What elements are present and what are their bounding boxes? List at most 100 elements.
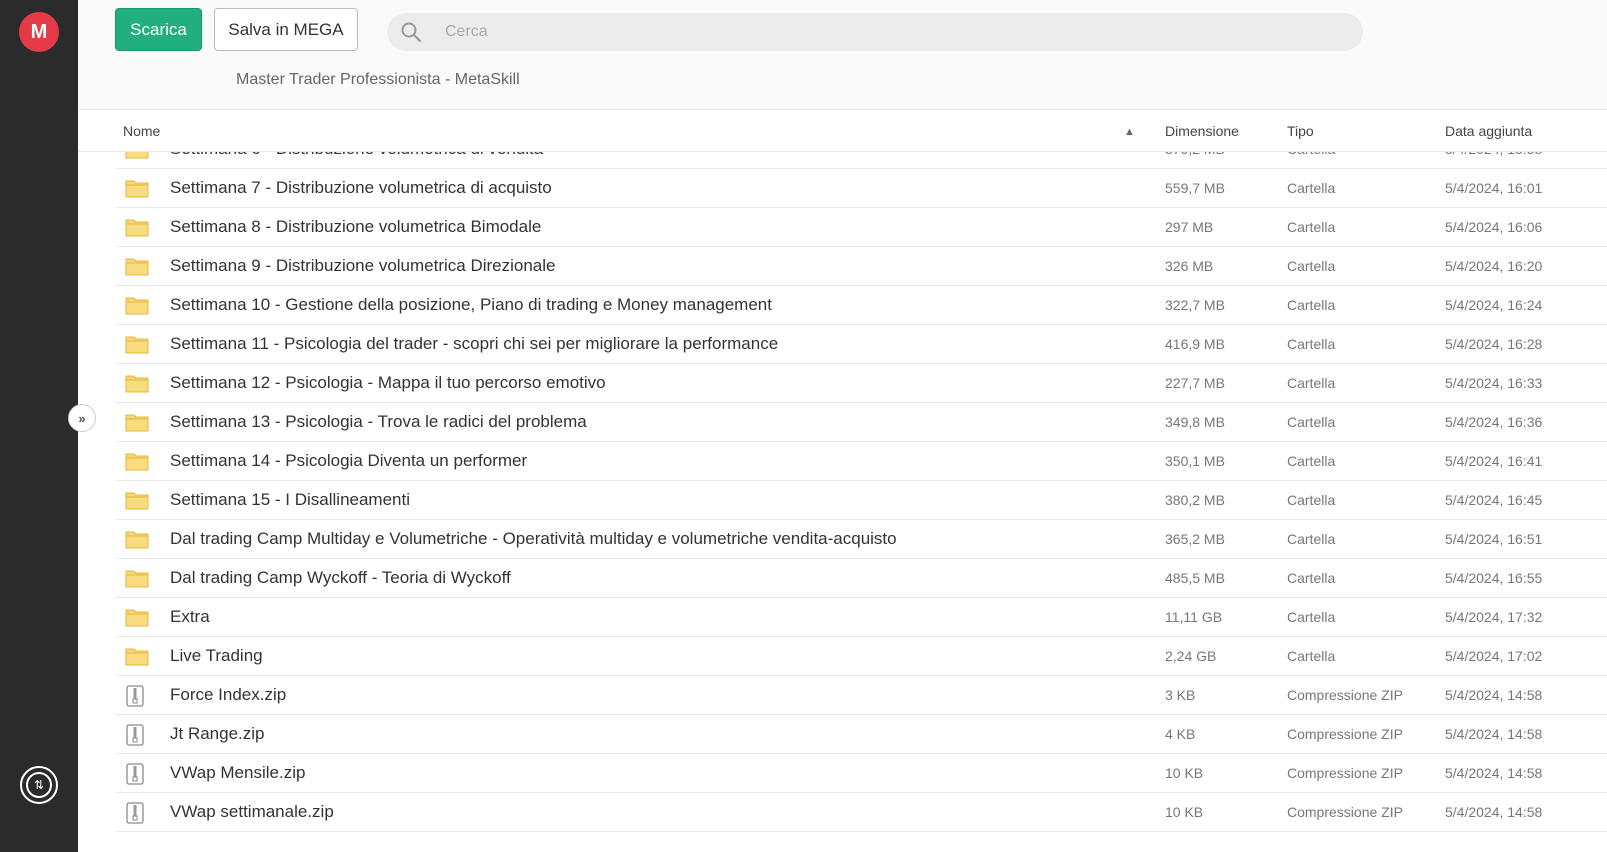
file-size: 227,7 MB: [1165, 375, 1225, 391]
file-type: Compressione ZIP: [1287, 804, 1403, 820]
table-row[interactable]: Live Trading 2,24 GB Cartella 5/4/2024, 17:…: [116, 637, 1607, 676]
file-type: Compressione ZIP: [1287, 765, 1403, 781]
file-name[interactable]: Settimana 8 - Distribuzione volumetrica …: [170, 217, 541, 237]
file-name[interactable]: Live Trading: [170, 646, 263, 666]
table-row[interactable]: Jt Range.zip 4 KB Compressione ZIP 5/4/2024…: [116, 715, 1607, 754]
main-panel: Scarica Salva in MEGA Master Trader Prof…: [78, 0, 1607, 852]
search-icon: [401, 22, 421, 42]
file-type: Cartella: [1287, 414, 1336, 430]
date-added: 5/4/2024, 16:24: [1445, 297, 1543, 313]
file-size: 349,8 MB: [1165, 414, 1225, 430]
file-name[interactable]: Settimana 10 - Gestione della posizione,…: [170, 295, 772, 315]
file-name[interactable]: Jt Range.zip: [170, 724, 265, 744]
file-name[interactable]: Settimana 13 - Psicologia - Trova le rad…: [170, 412, 587, 432]
file-size: 322,7 MB: [1165, 297, 1225, 313]
date-added: 5/4/2024, 16:20: [1445, 258, 1543, 274]
zip-file-icon: [125, 685, 145, 712]
table-row[interactable]: Settimana 15 - I Disallineamenti 380,2 MB…: [116, 481, 1607, 520]
file-name[interactable]: Dal trading Camp Multiday e Volumetriche…: [170, 529, 897, 549]
table-row[interactable]: Dal trading Camp Multiday e Volumetriche…: [116, 520, 1607, 559]
table-row[interactable]: Settimana 7 - Distribuzione volumetrica …: [116, 169, 1607, 208]
file-size: 4 KB: [1165, 726, 1196, 742]
table-row[interactable]: Dal trading Camp Wyckoff - Teoria di Wyc…: [116, 559, 1607, 598]
file-list: Settimana 6 - Distribuzione volumetrica …: [78, 130, 1607, 852]
file-type: Compressione ZIP: [1287, 726, 1403, 742]
file-size: 485,5 MB: [1165, 570, 1225, 586]
folder-icon: [125, 646, 149, 671]
search-bar[interactable]: [387, 13, 1363, 51]
date-added: 5/4/2024, 16:45: [1445, 492, 1543, 508]
top-bar: Scarica Salva in MEGA Master Trader Prof…: [78, 0, 1607, 110]
search-input[interactable]: [445, 13, 1325, 51]
table-row[interactable]: VWap Mensile.zip 10 KB Compressione ZIP 5/4…: [116, 754, 1607, 793]
file-name[interactable]: Force Index.zip: [170, 685, 286, 705]
date-added: 5/4/2024, 16:33: [1445, 375, 1543, 391]
zip-file-icon: [125, 763, 145, 790]
file-name[interactable]: Settimana 11 - Psicologia del trader - s…: [170, 334, 778, 354]
file-size: 10 KB: [1165, 804, 1204, 820]
folder-icon: [125, 490, 149, 515]
table-row[interactable]: Settimana 8 - Distribuzione volumetrica …: [116, 208, 1607, 247]
file-name[interactable]: VWap Mensile.zip: [170, 763, 305, 783]
folder-icon: [125, 334, 149, 359]
table-row[interactable]: Force Index.zip 3 KB Compressione ZIP 5/4/2…: [116, 676, 1607, 715]
table-row[interactable]: Settimana 12 - Psicologia - Mappa il tuo…: [116, 364, 1607, 403]
file-size: 326 MB: [1165, 258, 1214, 274]
date-added: 5/4/2024, 14:58: [1445, 687, 1543, 703]
file-type: Cartella: [1287, 531, 1336, 547]
date-added: 5/4/2024, 16:28: [1445, 336, 1543, 352]
mega-logo[interactable]: M: [19, 12, 59, 52]
file-type: Cartella: [1287, 648, 1336, 664]
file-size: 2,24 GB: [1165, 648, 1217, 664]
file-size: 3 KB: [1165, 687, 1196, 703]
file-size: 10 KB: [1165, 765, 1204, 781]
transfer-arrows-icon: ⇅: [26, 772, 52, 798]
table-row[interactable]: Settimana 14 - Psicologia Diventa un per…: [116, 442, 1607, 481]
table-row[interactable]: Settimana 13 - Psicologia - Trova le rad…: [116, 403, 1607, 442]
table-row[interactable]: Settimana 10 - Gestione della posizione,…: [116, 286, 1607, 325]
transfers-icon[interactable]: ⇅: [20, 766, 58, 804]
date-added: 5/4/2024, 16:55: [1445, 570, 1543, 586]
column-name-header[interactable]: Nome: [123, 123, 160, 139]
table-row[interactable]: Settimana 11 - Psicologia del trader - s…: [116, 325, 1607, 364]
folder-icon: [125, 568, 149, 593]
date-added: 5/4/2024, 16:36: [1445, 414, 1543, 430]
table-row[interactable]: Settimana 9 - Distribuzione volumetrica …: [116, 247, 1607, 286]
file-name[interactable]: Settimana 14 - Psicologia Diventa un per…: [170, 451, 527, 471]
file-name[interactable]: Dal trading Camp Wyckoff - Teoria di Wyc…: [170, 568, 511, 588]
date-added: 5/4/2024, 16:51: [1445, 531, 1543, 547]
file-name[interactable]: Settimana 15 - I Disallineamenti: [170, 490, 410, 510]
folder-icon: [125, 256, 149, 281]
file-name[interactable]: Extra: [170, 607, 210, 627]
zip-file-icon: [125, 724, 145, 751]
save-to-mega-button[interactable]: Salva in MEGA: [214, 8, 358, 51]
file-type: Cartella: [1287, 219, 1336, 235]
zip-file-icon: [125, 802, 145, 829]
column-size-header[interactable]: Dimensione: [1165, 123, 1239, 139]
date-added: 5/4/2024, 14:58: [1445, 726, 1543, 742]
file-type: Cartella: [1287, 297, 1336, 313]
table-row[interactable]: VWap settimanale.zip 10 KB Compressione ZI…: [116, 793, 1607, 832]
sidebar: M ⇅: [0, 0, 78, 852]
folder-icon: [125, 295, 149, 320]
sort-ascending-icon[interactable]: ▲: [1124, 126, 1135, 138]
date-added: 5/4/2024, 17:32: [1445, 609, 1543, 625]
date-added: 5/4/2024, 16:41: [1445, 453, 1543, 469]
date-added: 5/4/2024, 14:58: [1445, 804, 1543, 820]
download-button[interactable]: Scarica: [115, 8, 202, 51]
date-added: 5/4/2024, 16:01: [1445, 180, 1543, 196]
file-size: 365,2 MB: [1165, 531, 1225, 547]
file-name[interactable]: Settimana 7 - Distribuzione volumetrica …: [170, 178, 552, 198]
column-date-header[interactable]: Data aggiunta: [1445, 123, 1532, 139]
app-window: M ⇅ » Scarica Salva in MEGA Master Trade…: [0, 0, 1607, 852]
column-type-header[interactable]: Tipo: [1287, 123, 1314, 139]
file-name[interactable]: Settimana 9 - Distribuzione volumetrica …: [170, 256, 556, 276]
table-row[interactable]: Extra 11,11 GB Cartella 5/4/2024, 17:32: [116, 598, 1607, 637]
date-added: 5/4/2024, 16:06: [1445, 219, 1543, 235]
folder-icon: [125, 412, 149, 437]
table-header: Nome ▲ Dimensione Tipo Data aggiunta: [78, 110, 1607, 152]
file-name[interactable]: VWap settimanale.zip: [170, 802, 334, 822]
file-name[interactable]: Settimana 12 - Psicologia - Mappa il tuo…: [170, 373, 606, 393]
expand-sidebar-icon[interactable]: »: [68, 404, 96, 432]
breadcrumb[interactable]: Master Trader Professionista - MetaSkill: [236, 71, 520, 89]
